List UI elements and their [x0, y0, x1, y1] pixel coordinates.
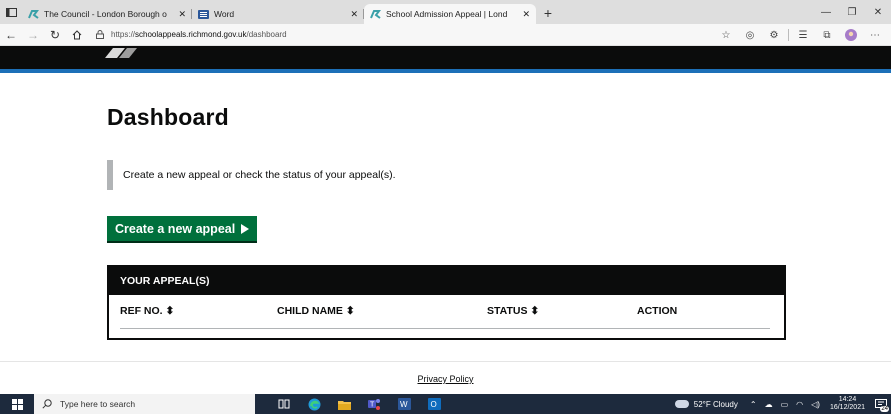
minimize-icon[interactable]: —	[813, 0, 839, 24]
weather-widget[interactable]: 52°F Cloudy	[674, 399, 738, 409]
outlook-icon[interactable]: O	[419, 394, 449, 414]
taskbar-clock[interactable]: 14:24 16/12/2021	[830, 396, 865, 412]
play-arrow-icon	[241, 223, 250, 234]
favorites-icon[interactable]: ☰	[791, 24, 815, 46]
cloud-icon	[674, 400, 689, 408]
lock-icon[interactable]	[96, 30, 104, 39]
tab-actions-icon[interactable]	[0, 0, 22, 24]
home-icon[interactable]	[66, 24, 88, 46]
clock-time: 14:24	[838, 396, 857, 403]
show-hidden-icons-chevron-icon[interactable]: ⌃	[750, 400, 757, 409]
council-logo-icon[interactable]	[103, 46, 139, 60]
address-bar[interactable]: https://schoolappeals.richmond.gov.uk/da…	[96, 26, 287, 44]
browser-tab-school-admission[interactable]: School Admission Appeal | Lond ✕	[364, 4, 536, 24]
appeals-table: REF NO. ⬍ CHILD NAME ⬍ STATUS ⬍ ACTION	[109, 295, 784, 338]
create-button-label: Create a new appeal	[115, 221, 236, 236]
svg-text:T: T	[370, 402, 375, 409]
file-explorer-icon[interactable]	[329, 394, 359, 414]
toolbar-actions: ☆ ◎ ⚙ ☰ ⧉ ⋯	[714, 24, 887, 46]
close-tab-icon[interactable]: ✕	[516, 9, 530, 20]
footer-divider	[0, 361, 891, 362]
wifi-icon[interactable]: ◠	[796, 400, 803, 409]
tab-title: School Admission Appeal | Lond	[386, 9, 508, 19]
forward-button[interactable]: →	[22, 24, 44, 46]
close-window-icon[interactable]: ✕	[865, 0, 891, 24]
search-placeholder: Type here to search	[60, 399, 136, 409]
search-icon	[42, 399, 52, 409]
taskbar-apps: T W O	[269, 394, 449, 414]
word-favicon-icon	[198, 9, 209, 20]
url-prefix: https://	[111, 30, 136, 39]
notification-count: 24	[880, 406, 889, 412]
restore-icon[interactable]: ❐	[839, 0, 865, 24]
word-app-icon[interactable]: W	[389, 394, 419, 414]
close-tab-icon[interactable]: ✕	[344, 9, 358, 20]
taskbar-search-input[interactable]: Type here to search	[34, 394, 255, 414]
notifications-icon[interactable]: 24	[871, 394, 891, 414]
inset-text: Create a new appeal or check the status …	[107, 160, 396, 190]
new-tab-button[interactable]: +	[536, 4, 560, 24]
table-divider	[120, 328, 770, 329]
column-action: ACTION	[637, 305, 678, 317]
battery-icon[interactable]: ▭	[781, 400, 789, 409]
back-button[interactable]: ←	[0, 24, 22, 46]
system-tray: 52°F Cloudy ⌃ ☁ ▭ ◠ ◁) 14:24 16/12/2021 …	[674, 394, 891, 414]
close-tab-icon[interactable]: ✕	[172, 9, 186, 20]
onedrive-icon[interactable]: ☁	[765, 400, 773, 409]
create-new-appeal-button[interactable]: Create a new appeal	[107, 216, 258, 241]
appeals-panel: YOUR APPEAL(S) REF NO. ⬍ CHILD NAME ⬍ ST…	[107, 265, 786, 340]
url-path: /dashboard	[246, 30, 287, 39]
browser-tab-word[interactable]: Word ✕	[192, 4, 364, 24]
column-status[interactable]: STATUS ⬍	[487, 305, 539, 317]
volume-icon[interactable]: ◁)	[811, 400, 820, 409]
privacy-policy-link[interactable]: Privacy Policy	[0, 374, 891, 384]
tracking-icon[interactable]: ◎	[738, 24, 762, 46]
url-domain: schoolappeals.richmond.gov.uk	[135, 30, 247, 39]
column-child-name[interactable]: CHILD NAME ⬍	[277, 305, 355, 317]
more-menu-icon[interactable]: ⋯	[863, 24, 887, 46]
edge-browser-icon[interactable]	[299, 394, 329, 414]
svg-text:W: W	[400, 400, 408, 409]
weather-text: 52°F Cloudy	[693, 399, 738, 409]
svg-text:O: O	[430, 400, 436, 409]
teams-icon[interactable]: T	[359, 394, 389, 414]
clock-date: 16/12/2021	[829, 404, 865, 411]
windows-start-icon[interactable]	[0, 394, 34, 414]
page-title: Dashboard	[107, 104, 229, 130]
site-header	[0, 46, 891, 73]
refresh-button[interactable]: ↻	[44, 24, 66, 46]
window-controls: — ❐ ✕	[813, 0, 891, 24]
tab-title: Word	[214, 9, 235, 19]
appeals-heading: YOUR APPEAL(S)	[109, 267, 784, 295]
extensions-icon[interactable]: ⚙	[762, 24, 786, 46]
richmond-favicon-icon	[28, 9, 39, 20]
divider	[788, 29, 789, 41]
browser-toolbar: ← → ↻ https://schoolappeals.richmond.gov…	[0, 24, 891, 46]
browser-tab-council[interactable]: The Council - London Borough o ✕	[22, 4, 192, 24]
column-ref-no[interactable]: REF NO. ⬍	[120, 305, 174, 317]
browser-tab-strip: The Council - London Borough o ✕ Word ✕ …	[0, 0, 891, 24]
richmond-favicon-icon	[370, 9, 381, 20]
intro-text: Create a new appeal or check the status …	[123, 169, 396, 181]
task-view-icon[interactable]	[269, 394, 299, 414]
tab-title: The Council - London Borough o	[44, 9, 167, 19]
collections-icon[interactable]: ⧉	[815, 24, 839, 46]
windows-taskbar: Type here to search T W O 52°F Cloudy ⌃ …	[0, 394, 891, 414]
profile-avatar-icon[interactable]	[839, 24, 863, 46]
favorite-star-icon[interactable]: ☆	[714, 24, 738, 46]
